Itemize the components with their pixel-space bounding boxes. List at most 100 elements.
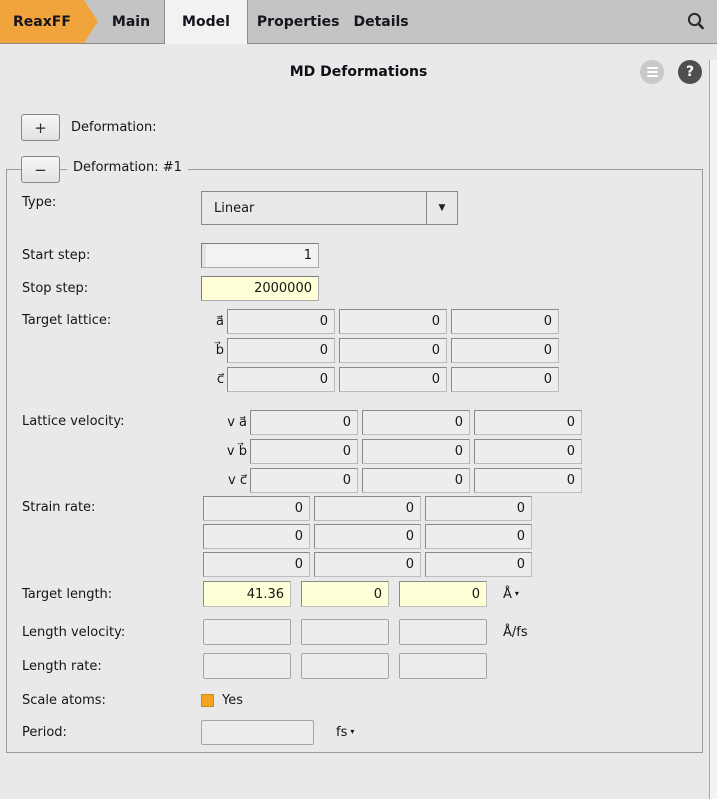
period-unit-dropdown[interactable]: fs▾ bbox=[336, 725, 354, 740]
lattice-velocity-b2-input[interactable] bbox=[362, 439, 470, 464]
strain-rate-32-input[interactable] bbox=[314, 552, 421, 577]
lattice-velocity-b3-input[interactable] bbox=[474, 439, 582, 464]
help-button[interactable]: ? bbox=[678, 60, 702, 84]
unit-dropdown-arrow-icon: ▾ bbox=[350, 727, 354, 736]
lattice-velocity-a2-input[interactable] bbox=[362, 410, 470, 435]
target-length-unit-dropdown[interactable]: Å▾ bbox=[503, 587, 519, 602]
add-deformation-button[interactable]: + bbox=[21, 114, 60, 141]
length-velocity-2-input[interactable] bbox=[301, 619, 389, 645]
strain-rate-12-input[interactable] bbox=[314, 496, 421, 521]
strain-rate-33-input[interactable] bbox=[425, 552, 532, 577]
target-lattice-a2-input[interactable] bbox=[339, 309, 447, 334]
scale-atoms-checkbox[interactable] bbox=[201, 694, 214, 707]
vertical-scrollbar[interactable] bbox=[709, 60, 717, 799]
strain-rate-23-input[interactable] bbox=[425, 524, 532, 549]
plus-icon: + bbox=[34, 119, 47, 137]
strain-rate-13-input[interactable] bbox=[425, 496, 532, 521]
start-step-input[interactable] bbox=[201, 243, 319, 268]
tab-details-label: Details bbox=[353, 14, 408, 30]
target-lattice-b1-input[interactable] bbox=[227, 338, 335, 363]
length-velocity-row: Length velocity: Å/fs bbox=[22, 619, 702, 645]
start-step-label: Start step: bbox=[22, 248, 201, 263]
lattice-velocity-block: Lattice velocity: v a⃗ v b⃗ v c⃗ bbox=[22, 410, 702, 493]
tab-properties[interactable]: Properties bbox=[248, 14, 354, 30]
tab-details[interactable]: Details bbox=[353, 14, 422, 30]
lattice-velocity-b1-input[interactable] bbox=[250, 439, 358, 464]
target-length-row: Target length: Å▾ bbox=[22, 581, 702, 607]
target-lattice-row-c: c⃗ bbox=[201, 367, 559, 392]
tab-bar: ReaxFF Main Model Properties Details bbox=[0, 0, 717, 44]
search-button[interactable] bbox=[683, 9, 709, 35]
length-velocity-1-input[interactable] bbox=[203, 619, 291, 645]
length-rate-1-input[interactable] bbox=[203, 653, 291, 679]
target-lattice-row-b: b⃗ bbox=[201, 338, 559, 363]
lattice-velocity-a3-input[interactable] bbox=[474, 410, 582, 435]
strain-rate-row-1 bbox=[203, 496, 532, 521]
unit-dropdown-arrow-icon: ▾ bbox=[515, 589, 519, 598]
target-lattice-c3-input[interactable] bbox=[451, 367, 559, 392]
scale-atoms-label: Scale atoms: bbox=[22, 693, 201, 708]
hamburger-icon bbox=[647, 67, 658, 69]
tab-reaxff[interactable]: ReaxFF bbox=[0, 0, 98, 43]
period-input[interactable] bbox=[201, 720, 314, 745]
tab-reaxff-label: ReaxFF bbox=[13, 14, 71, 30]
target-lattice-label: Target lattice: bbox=[22, 309, 201, 328]
strain-rate-22-input[interactable] bbox=[314, 524, 421, 549]
target-length-1-input[interactable] bbox=[203, 581, 291, 607]
target-lattice-c1-input[interactable] bbox=[227, 367, 335, 392]
target-lattice-a3-input[interactable] bbox=[451, 309, 559, 334]
strain-rate-row-3 bbox=[203, 552, 532, 577]
remove-deformation-button[interactable]: − bbox=[21, 156, 60, 183]
lattice-velocity-c3-input[interactable] bbox=[474, 468, 582, 493]
deformation-1-group: − Deformation: #1 Type: Linear ▼ Start s… bbox=[6, 169, 703, 753]
tab-model[interactable]: Model bbox=[164, 0, 248, 44]
target-lattice-c2-input[interactable] bbox=[339, 367, 447, 392]
panel-md-deformations: MD Deformations ? + Deformation: − Defor… bbox=[0, 60, 717, 799]
vector-vb-label: v b⃗ bbox=[201, 444, 250, 459]
hamburger-icon bbox=[647, 75, 658, 77]
vector-va-label: v a⃗ bbox=[201, 415, 250, 430]
lattice-velocity-c2-input[interactable] bbox=[362, 468, 470, 493]
search-icon bbox=[685, 11, 707, 33]
length-rate-2-input[interactable] bbox=[301, 653, 389, 679]
type-dropdown[interactable]: Linear ▼ bbox=[201, 191, 458, 225]
minus-icon: − bbox=[34, 161, 47, 179]
strain-rate-21-input[interactable] bbox=[203, 524, 310, 549]
target-length-3-input[interactable] bbox=[399, 581, 487, 607]
title-row: MD Deformations ? bbox=[0, 60, 717, 84]
scale-atoms-row: Scale atoms: Yes bbox=[22, 693, 702, 708]
lattice-velocity-row-b: v b⃗ bbox=[201, 439, 582, 464]
period-row: Period: fs▾ bbox=[22, 720, 702, 745]
type-dropdown-value: Linear bbox=[202, 201, 426, 216]
tab-segment-left: ReaxFF Main bbox=[0, 0, 164, 44]
strain-rate-31-input[interactable] bbox=[203, 552, 310, 577]
strain-rate-11-input[interactable] bbox=[203, 496, 310, 521]
chevron-down-icon: ▼ bbox=[427, 203, 457, 213]
lattice-velocity-a1-input[interactable] bbox=[250, 410, 358, 435]
strain-rate-block: Strain rate: bbox=[22, 496, 702, 577]
target-length-label: Target length: bbox=[22, 587, 201, 602]
lattice-velocity-row-a: v a⃗ bbox=[201, 410, 582, 435]
vector-b-label: b⃗ bbox=[201, 343, 227, 358]
stop-step-input[interactable] bbox=[201, 276, 319, 301]
target-lattice-b3-input[interactable] bbox=[451, 338, 559, 363]
length-rate-row: Length rate: bbox=[22, 653, 702, 679]
target-lattice-b2-input[interactable] bbox=[339, 338, 447, 363]
panel-menu-button[interactable] bbox=[640, 60, 664, 84]
start-step-row: Start step: bbox=[22, 243, 702, 268]
length-velocity-3-input[interactable] bbox=[399, 619, 487, 645]
question-mark-icon: ? bbox=[686, 64, 694, 80]
strain-rate-label: Strain rate: bbox=[22, 496, 201, 515]
tab-main[interactable]: Main bbox=[98, 0, 164, 43]
target-lattice-a1-input[interactable] bbox=[227, 309, 335, 334]
vector-vc-label: v c⃗ bbox=[201, 473, 250, 488]
target-length-2-input[interactable] bbox=[301, 581, 389, 607]
type-row: Type: Linear ▼ bbox=[22, 191, 702, 225]
hamburger-icon bbox=[647, 71, 658, 73]
lattice-velocity-c1-input[interactable] bbox=[250, 468, 358, 493]
length-rate-label: Length rate: bbox=[22, 659, 201, 674]
stop-step-label: Stop step: bbox=[22, 281, 201, 296]
length-velocity-unit-label: Å/fs bbox=[503, 625, 528, 640]
tab-model-label: Model bbox=[182, 14, 230, 30]
length-rate-3-input[interactable] bbox=[399, 653, 487, 679]
